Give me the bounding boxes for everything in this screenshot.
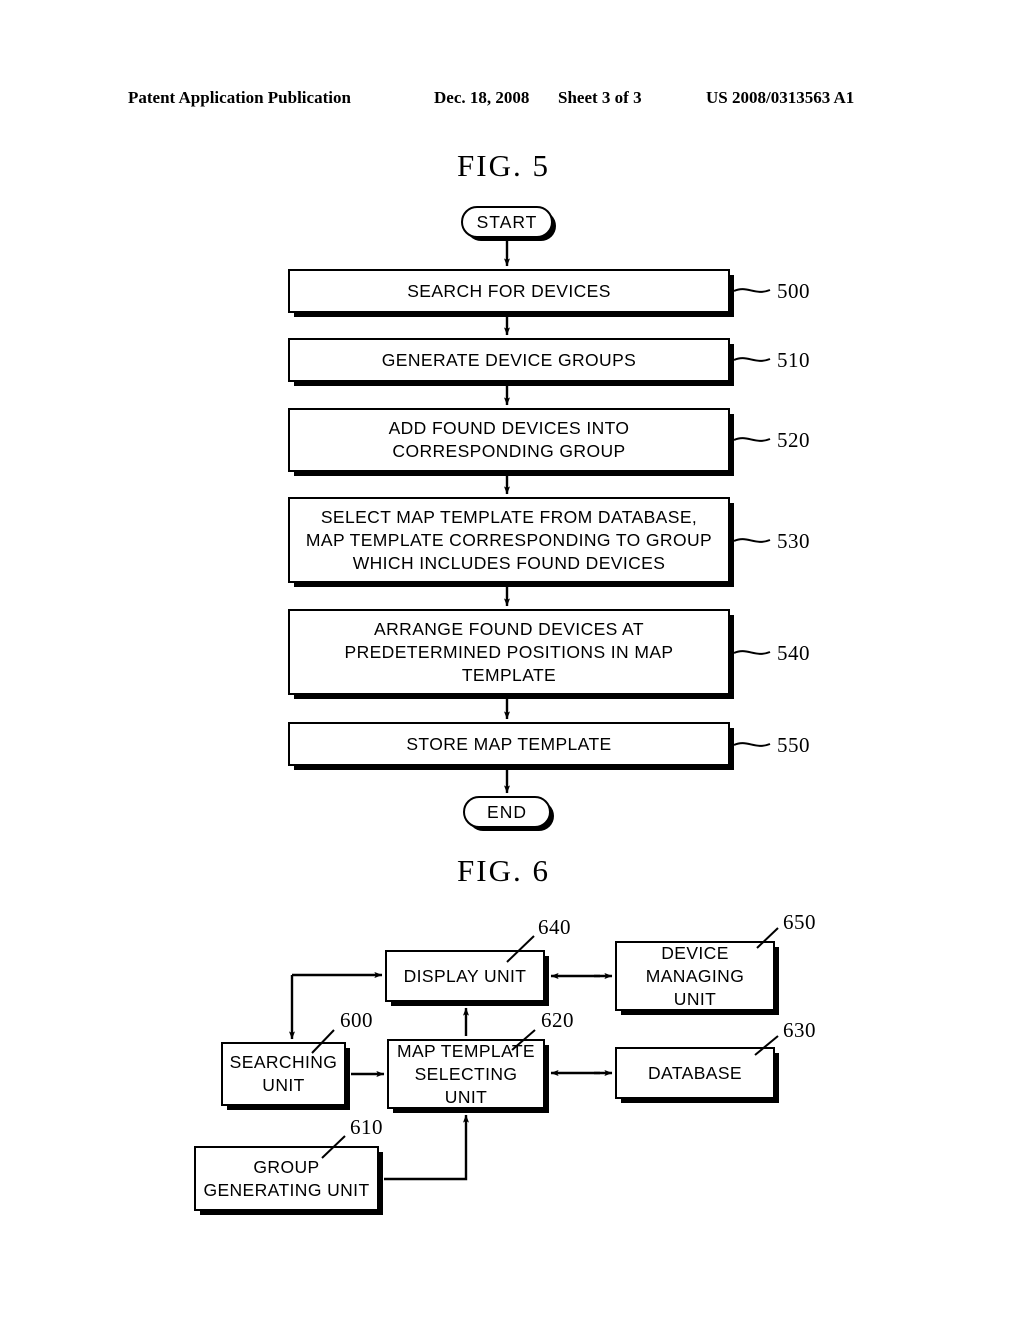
header-date-label: Dec. 18, 2008 xyxy=(434,88,530,107)
patent-header: Patent Application Publication Dec. 18, … xyxy=(0,88,1024,112)
figure-5-title: FIG. 5 xyxy=(457,148,550,183)
flowchart-end-terminator: END xyxy=(463,796,551,828)
flowchart-start-label: START xyxy=(476,211,538,232)
reference-numeral-510: 510 xyxy=(777,348,810,372)
flowchart-step-550: STORE MAP TEMPLATE xyxy=(288,722,730,766)
reference-numeral-540: 540 xyxy=(777,641,810,665)
flowchart-step-540-label: ARRANGE FOUND DEVICES AT PREDETERMINED P… xyxy=(344,618,674,685)
block-display-unit-label: DISPLAY UNIT xyxy=(403,965,527,986)
block-device-managing-unit-label: DEVICE MANAGING UNIT xyxy=(645,942,745,1009)
block-group-generating-unit-label: GROUP GENERATING UNIT xyxy=(203,1156,370,1200)
block-map-template-selecting-unit: MAP TEMPLATE SELECTING UNIT xyxy=(387,1039,545,1109)
reference-numeral-550: 550 xyxy=(777,733,810,757)
reference-numeral-500: 500 xyxy=(777,279,810,303)
flowchart-step-550-label: STORE MAP TEMPLATE xyxy=(406,733,612,754)
flowchart-step-540: ARRANGE FOUND DEVICES AT PREDETERMINED P… xyxy=(288,609,730,695)
reference-numeral-630: 630 xyxy=(783,1018,816,1042)
flowchart-end-label: END xyxy=(487,801,527,822)
header-patent-number: US 2008/0313563 A1 xyxy=(706,88,855,107)
flowchart-start-terminator: START xyxy=(461,206,553,238)
reference-numeral-520: 520 xyxy=(777,428,810,452)
reference-numeral-610: 610 xyxy=(350,1115,383,1139)
flowchart-step-520: ADD FOUND DEVICES INTO CORRESPONDING GRO… xyxy=(288,408,730,472)
reference-numeral-600: 600 xyxy=(340,1008,373,1032)
block-database-label: DATABASE xyxy=(648,1062,742,1083)
block-searching-unit-label: SEARCHING UNIT xyxy=(229,1052,338,1095)
block-searching-unit: SEARCHING UNIT xyxy=(221,1042,346,1106)
flowchart-step-500: SEARCH FOR DEVICES xyxy=(288,269,730,313)
block-device-managing-unit: DEVICE MANAGING UNIT xyxy=(615,941,775,1011)
reference-numeral-620: 620 xyxy=(541,1008,574,1032)
block-database: DATABASE xyxy=(615,1047,775,1099)
reference-numeral-640: 640 xyxy=(538,915,571,939)
flowchart-step-510-label: GENERATE DEVICE GROUPS xyxy=(381,349,637,370)
flowchart-step-530: SELECT MAP TEMPLATE FROM DATABASE, MAP T… xyxy=(288,497,730,583)
block-group-generating-unit: GROUP GENERATING UNIT xyxy=(194,1146,379,1211)
block-map-template-selecting-unit-label: MAP TEMPLATE SELECTING UNIT xyxy=(396,1040,536,1107)
reference-numeral-530: 530 xyxy=(777,529,810,553)
block-display-unit: DISPLAY UNIT xyxy=(385,950,545,1002)
flowchart-step-520-label: ADD FOUND DEVICES INTO CORRESPONDING GRO… xyxy=(388,418,630,461)
header-publication-label: Patent Application Publication xyxy=(128,88,351,107)
flowchart-step-510: GENERATE DEVICE GROUPS xyxy=(288,338,730,382)
figure-6-title: FIG. 6 xyxy=(457,853,550,888)
flowchart-step-500-label: SEARCH FOR DEVICES xyxy=(407,280,611,301)
header-sheet-label: Sheet 3 of 3 xyxy=(558,88,642,107)
flowchart-step-530-label: SELECT MAP TEMPLATE FROM DATABASE, MAP T… xyxy=(305,506,713,573)
reference-numeral-650: 650 xyxy=(783,910,816,934)
